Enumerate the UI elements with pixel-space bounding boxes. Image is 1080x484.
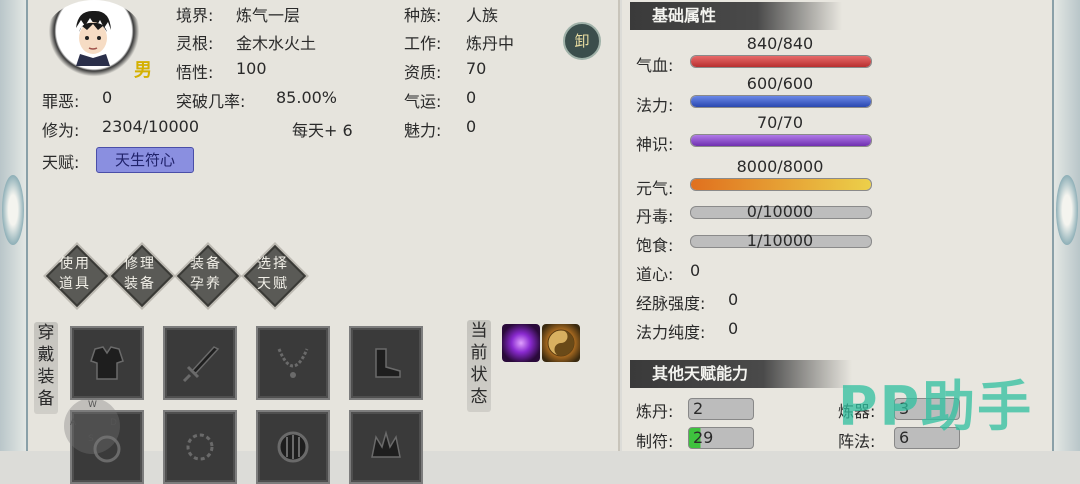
race-label: 种族:	[404, 6, 442, 25]
slot-helmet[interactable]	[349, 410, 423, 484]
virtual-joystick[interactable]: W A D S	[64, 398, 120, 454]
toxin-label: 丹毒:	[636, 207, 674, 226]
job-value: 炼丹中	[466, 34, 515, 53]
vitality-bar	[690, 178, 872, 191]
hp-bar	[690, 55, 872, 68]
alchemy-value: 2	[688, 398, 754, 420]
purity-value: 0	[728, 319, 739, 338]
sword-icon	[182, 346, 220, 383]
breakthrough-value: 85.00%	[276, 88, 338, 107]
luck-label: 气运:	[404, 92, 442, 111]
wisdom-value: 100	[236, 59, 267, 78]
dao-value: 0	[690, 261, 701, 280]
food-value: 1/10000	[746, 231, 814, 250]
yin-yang-icon[interactable]	[542, 324, 580, 362]
spirit-label: 神识:	[636, 135, 674, 154]
status-title: 当前状态	[470, 321, 488, 407]
talisman-value: 29	[688, 427, 754, 449]
vitality-label: 元气:	[636, 179, 674, 198]
hp-label: 气血:	[636, 56, 674, 75]
spirit-value: 70/70	[756, 113, 804, 132]
food-label: 饱食:	[636, 236, 674, 255]
spirit-bar	[690, 134, 872, 147]
slot-shield[interactable]	[256, 410, 330, 484]
mana-value: 600/600	[746, 74, 814, 93]
talent-label: 天赋:	[42, 153, 80, 172]
necklace-icon	[277, 348, 309, 378]
mana-bar	[690, 95, 872, 108]
right-frame-ornament	[1056, 175, 1078, 245]
nurture-equipment-button[interactable]: 装备 孕养	[176, 244, 240, 308]
gender-label: 男	[134, 60, 152, 81]
left-frame	[0, 0, 28, 451]
boots-icon	[375, 348, 401, 378]
left-frame-ornament	[2, 175, 24, 245]
talent-badge[interactable]: 天生符心	[96, 147, 194, 173]
talisman-label: 制符:	[636, 432, 674, 451]
race-value: 人族	[466, 6, 499, 25]
repair-equipment-button[interactable]: 修理 装备	[110, 244, 174, 308]
use-item-button[interactable]: 使用 道具	[45, 244, 109, 308]
purple-vortex-icon[interactable]	[502, 324, 540, 362]
sin-label: 罪恶:	[42, 92, 80, 111]
meridian-value: 0	[728, 290, 739, 309]
portrait-icon	[76, 10, 111, 66]
realm-value: 炼气一层	[236, 6, 301, 25]
character-avatar[interactable]	[44, 0, 144, 78]
abilities-header: 其他天赋能力	[630, 360, 852, 388]
cultivation-label: 修为:	[42, 121, 80, 140]
slot-boots[interactable]	[349, 326, 423, 400]
meridian-label: 经脉强度:	[636, 294, 706, 313]
daily-gain: 每天+ 6	[292, 121, 353, 140]
shield-icon	[277, 431, 309, 463]
wisdom-label: 悟性:	[176, 63, 214, 82]
slot-weapon[interactable]	[163, 326, 237, 400]
right-frame	[1052, 0, 1080, 451]
aptitude-label: 资质:	[404, 63, 442, 82]
watermark-logo: PP助手	[838, 375, 1034, 438]
charm-label: 魅力:	[404, 121, 442, 140]
slot-belt[interactable]	[163, 410, 237, 484]
armor-icon	[90, 346, 124, 380]
cultivation-value: 2304/10000	[102, 117, 200, 136]
mana-label: 法力:	[636, 96, 674, 115]
dao-label: 道心:	[636, 265, 674, 284]
sin-value: 0	[102, 88, 113, 107]
unequip-button[interactable]: 卸	[563, 22, 601, 60]
vitality-value: 8000/8000	[736, 157, 824, 176]
choose-talent-button[interactable]: 选择 天赋	[243, 244, 307, 308]
purity-label: 法力纯度:	[636, 323, 706, 342]
realm-label: 境界:	[176, 6, 214, 25]
equipment-title: 穿戴装备	[37, 323, 55, 409]
helmet-icon	[371, 430, 401, 458]
alchemy-label: 炼丹:	[636, 402, 674, 421]
slot-armor[interactable]	[70, 326, 144, 400]
basic-attributes-header: 基础属性	[630, 2, 842, 30]
hp-value: 840/840	[746, 34, 814, 53]
toxin-value: 0/10000	[746, 202, 814, 221]
luck-value: 0	[466, 88, 477, 107]
belt-icon	[186, 433, 214, 461]
breakthrough-label: 突破几率:	[176, 92, 246, 111]
slot-necklace[interactable]	[256, 326, 330, 400]
root-label: 灵根:	[176, 34, 214, 53]
charm-value: 0	[466, 117, 477, 136]
aptitude-value: 70	[466, 59, 487, 78]
job-label: 工作:	[404, 34, 442, 53]
root-value: 金木水火土	[236, 34, 317, 53]
